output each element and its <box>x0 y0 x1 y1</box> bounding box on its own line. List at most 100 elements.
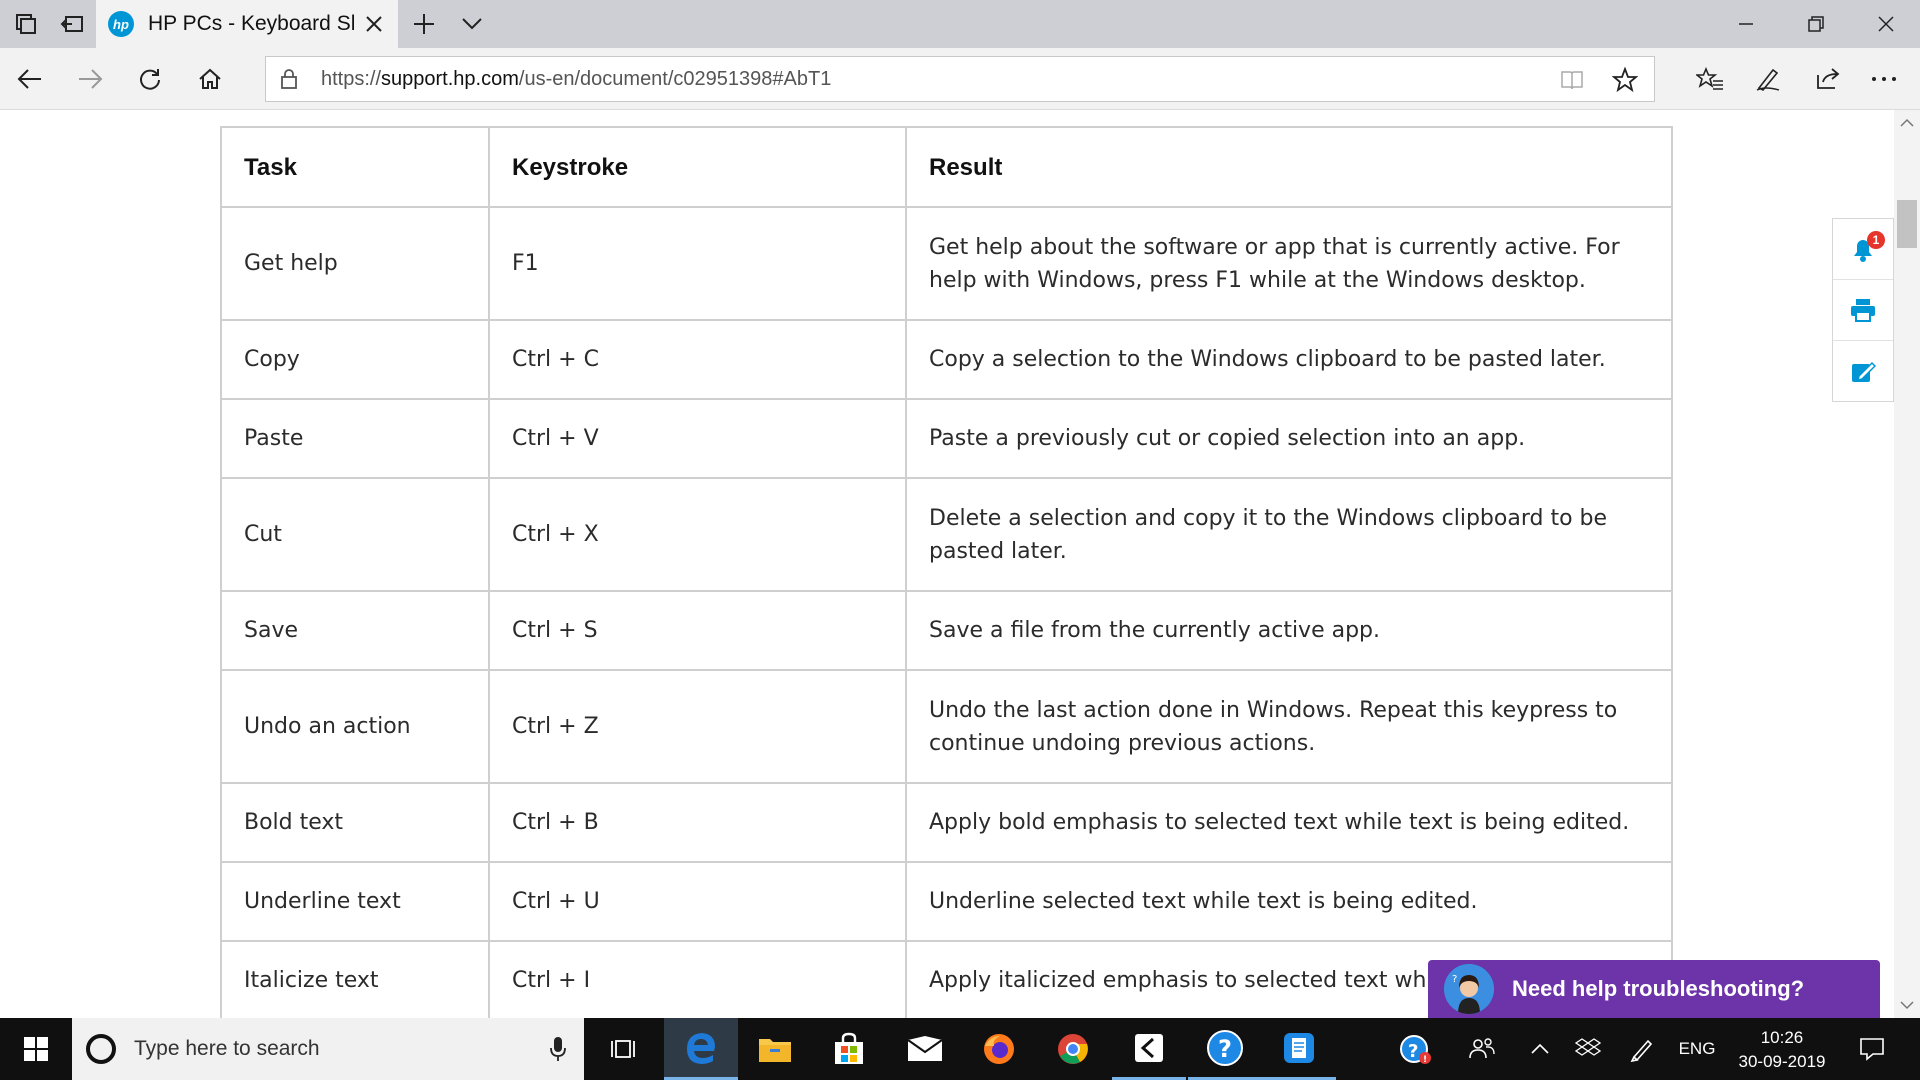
help-chat-widget[interactable]: ? Need help troubleshooting? <box>1428 960 1880 1018</box>
svg-text:?: ? <box>1218 1035 1232 1063</box>
folder-icon <box>759 1039 791 1062</box>
system-clock[interactable]: 10:26 30-09-2019 <box>1734 1026 1830 1074</box>
table-row: Bold text Ctrl + B Apply bold emphasis t… <box>220 782 1673 863</box>
new-tab-icon[interactable] <box>406 8 442 40</box>
address-bar[interactable]: https://support.hp.com/us-en/document/c0… <box>265 56 1655 102</box>
edit-feedback-icon <box>1852 361 1876 382</box>
print-button[interactable] <box>1833 280 1893 341</box>
url-text[interactable]: https://support.hp.com/us-en/document/c0… <box>321 68 831 91</box>
more-options-icon[interactable] <box>1864 59 1904 99</box>
keystroke-cell: Ctrl + V <box>488 398 907 479</box>
favorites-hub-icon[interactable] <box>1690 59 1730 99</box>
url-host: support.hp.com <box>381 68 519 90</box>
header-task: Task <box>220 126 490 208</box>
notification-badge: 1 <box>1867 231 1885 249</box>
pen-ink-workspace-icon[interactable] <box>1622 1018 1662 1080</box>
taskbar-store[interactable] <box>812 1018 886 1080</box>
task-cell: Cut <box>220 477 490 592</box>
page-side-toolbar: 1 <box>1832 218 1894 402</box>
edge-browser-icon <box>687 1032 715 1064</box>
taskbar-get-help[interactable]: ? <box>1188 1018 1262 1080</box>
table-row: Copy Ctrl + C Copy a selection to the Wi… <box>220 319 1673 400</box>
tab-hp-keyboard-shortcuts[interactable]: hp HP PCs - Keyboard Shortcuts <box>96 0 398 48</box>
scroll-up-icon[interactable] <box>1894 110 1920 136</box>
reading-view-icon[interactable] <box>1560 69 1584 96</box>
clock-time: 10:26 <box>1760 1028 1804 1047</box>
scroll-down-icon[interactable] <box>1894 992 1920 1018</box>
minimize-icon[interactable] <box>1710 0 1782 48</box>
hp-support-assistant-tray-icon[interactable]: ?! <box>1396 1018 1436 1080</box>
mail-envelope-icon <box>907 1036 943 1061</box>
taskbar-search-box[interactable]: Type here to search <box>72 1018 584 1080</box>
refresh-icon[interactable] <box>130 59 170 99</box>
help-question-icon: ? <box>1207 1029 1243 1066</box>
result-cell: Underline selected text while text is be… <box>905 861 1673 942</box>
restore-icon[interactable] <box>1780 0 1852 48</box>
task-cell: Undo an action <box>220 669 490 784</box>
back-arrow-icon[interactable] <box>10 59 50 99</box>
start-button[interactable] <box>0 1018 72 1080</box>
result-cell: Save a file from the currently active ap… <box>905 590 1673 671</box>
chrome-icon <box>1058 1034 1088 1064</box>
set-tabs-aside-icon[interactable] <box>54 8 90 40</box>
table-row: Get help F1 Get help about the software … <box>220 206 1673 321</box>
result-cell: Undo the last action done in Windows. Re… <box>905 669 1673 784</box>
firefox-icon <box>984 1034 1014 1064</box>
hp-logo-icon: hp <box>108 11 134 37</box>
windows-taskbar: Type here to search ? ?! ENG 10:26 30-09… <box>0 1018 1920 1080</box>
search-placeholder: Type here to search <box>134 1037 320 1060</box>
share-icon[interactable] <box>1808 59 1848 99</box>
close-tab-icon[interactable] <box>362 12 386 36</box>
printer-icon <box>1851 299 1875 322</box>
navigation-bar: https://support.hp.com/us-en/document/c0… <box>0 48 1920 110</box>
task-cell: Copy <box>220 319 490 400</box>
task-cell: Bold text <box>220 782 490 863</box>
url-scheme: https:// <box>321 68 382 90</box>
task-cell: Underline text <box>220 861 490 942</box>
table-row: Underline text Ctrl + U Underline select… <box>220 861 1673 942</box>
lock-icon[interactable] <box>280 68 298 95</box>
keystroke-cell: Ctrl + Z <box>488 669 907 784</box>
task-cell: Italicize text <box>220 940 490 1018</box>
notes-app-icon <box>1284 1032 1314 1063</box>
scroll-thumb[interactable] <box>1897 200 1917 248</box>
task-cell: Paste <box>220 398 490 479</box>
taskbar-edge[interactable] <box>664 1018 738 1080</box>
taskbar-firefox[interactable] <box>962 1018 1036 1080</box>
page-scrollbar[interactable] <box>1894 110 1920 1018</box>
taskbar-mail[interactable] <box>888 1018 962 1080</box>
task-view-button[interactable] <box>588 1018 662 1080</box>
windows-logo-icon <box>24 1037 48 1061</box>
svg-text:!: ! <box>1423 1055 1427 1065</box>
taskbar-chrome[interactable] <box>1036 1018 1110 1080</box>
people-icon[interactable] <box>1462 1018 1502 1080</box>
result-cell: Paste a previously cut or copied selecti… <box>905 398 1673 479</box>
page-content: Task Keystroke Result Get help F1 Get he… <box>0 110 1894 1018</box>
feedback-button[interactable] <box>1833 341 1893 402</box>
dropbox-icon[interactable] <box>1568 1018 1608 1080</box>
virtual-agent-avatar: ? <box>1444 964 1494 1014</box>
cortana-icon <box>86 1034 116 1064</box>
keyboard-shortcuts-table: Task Keystroke Result Get help F1 Get he… <box>220 126 1673 1018</box>
tab-list-chevron-icon[interactable] <box>454 8 490 40</box>
header-keystroke: Keystroke <box>488 126 907 208</box>
taskbar-file-explorer[interactable] <box>738 1018 812 1080</box>
url-path: /us-en/document/c02951398#AbT1 <box>518 68 832 90</box>
web-note-pen-icon[interactable] <box>1748 59 1788 99</box>
table-row: Save Ctrl + S Save a file from the curre… <box>220 590 1673 671</box>
close-window-icon[interactable] <box>1850 0 1920 48</box>
home-icon[interactable] <box>190 59 230 99</box>
notifications-button[interactable]: 1 <box>1833 219 1893 280</box>
taskbar-visual-studio[interactable] <box>1112 1018 1186 1080</box>
tab-strip: hp HP PCs - Keyboard Shortcuts <box>0 0 1920 48</box>
microphone-icon[interactable] <box>550 1036 566 1067</box>
language-indicator[interactable]: ENG <box>1672 1018 1722 1080</box>
favorite-star-icon[interactable] <box>1611 66 1639 98</box>
tab-preview-icon[interactable] <box>8 8 44 40</box>
action-center-icon[interactable] <box>1846 1018 1898 1080</box>
forward-arrow-icon[interactable] <box>70 59 110 99</box>
taskbar-notes-app[interactable] <box>1262 1018 1336 1080</box>
keystroke-cell: Ctrl + U <box>488 861 907 942</box>
result-cell: Copy a selection to the Windows clipboar… <box>905 319 1673 400</box>
show-hidden-icons-chevron-icon[interactable] <box>1520 1018 1560 1080</box>
